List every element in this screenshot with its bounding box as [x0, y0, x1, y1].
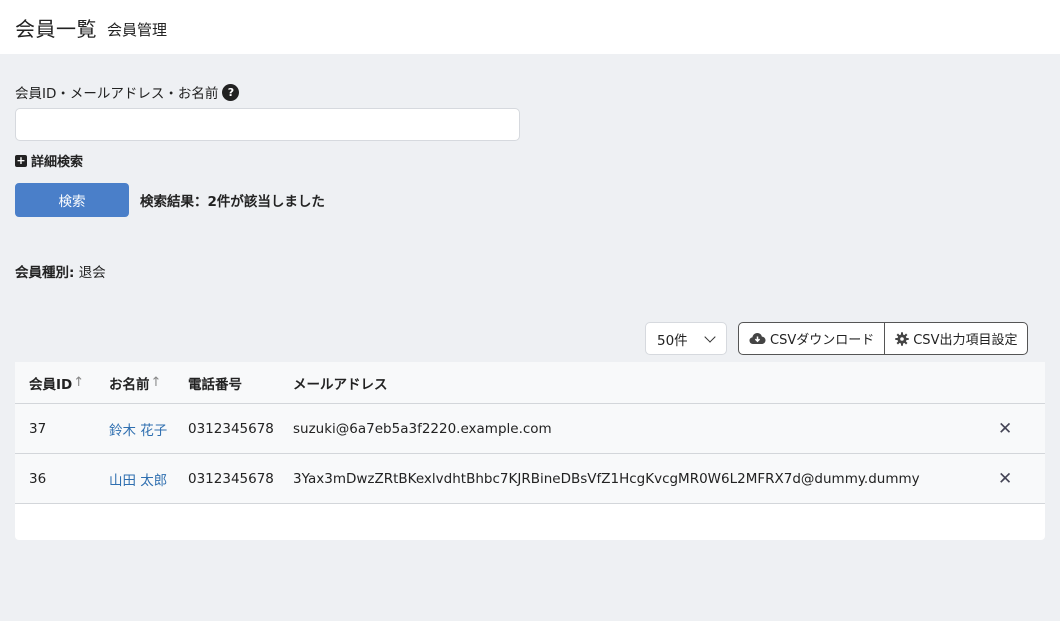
page-title: 会員一覧: [15, 16, 97, 41]
csv-download-label: CSVダウンロード: [770, 333, 875, 348]
csv-settings-label: CSV出力項目設定: [913, 333, 1018, 348]
plus-square-icon: +: [15, 153, 27, 167]
search-button[interactable]: 検索: [15, 183, 129, 217]
page-header: 会員一覧 会員管理: [0, 0, 1060, 54]
advanced-search-label: 詳細検索: [31, 155, 84, 170]
header-email: メールアドレス: [293, 376, 388, 393]
member-table: 会員ID ↑ お名前 ↑ 電話番号 メールアドレス 37 鈴木 花子 03123…: [15, 362, 1045, 540]
close-icon[interactable]: ✕: [998, 454, 1012, 503]
cell-email: 3Yax3mDwzZRtBKexlvdhtBhbc7KJRBineDBsVfZ1…: [293, 470, 920, 487]
header-id[interactable]: 会員ID ↑: [29, 362, 84, 403]
gear-icon: [895, 331, 909, 346]
member-type-label: 会員種別:: [15, 265, 75, 281]
table-row: 37 鈴木 花子 0312345678 suzuki@6a7eb5a3f2220…: [15, 404, 1045, 454]
header-tel: 電話番号: [188, 376, 242, 393]
page-subtitle: 会員管理: [107, 20, 168, 39]
cell-id: 36: [29, 470, 47, 487]
table-row: 36 山田 太郎 0312345678 3Yax3mDwzZRtBKexlvdh…: [15, 454, 1045, 504]
advanced-search-toggle[interactable]: + 詳細検索: [15, 151, 83, 170]
cell-email: suzuki@6a7eb5a3f2220.example.com: [293, 420, 552, 437]
csv-download-button[interactable]: CSVダウンロード: [739, 323, 884, 354]
member-name-link[interactable]: 鈴木 花子: [109, 404, 167, 453]
member-type-filter: 会員種別: 退会: [15, 261, 106, 281]
perpage-value: 50件: [657, 332, 688, 349]
table-header: 会員ID ↑ お名前 ↑ 電話番号 メールアドレス: [15, 362, 1045, 404]
header-name-label: お名前: [109, 376, 150, 393]
cell-tel: 0312345678: [188, 470, 274, 487]
cell-id: 37: [29, 420, 47, 437]
search-label-text: 会員ID・メールアドレス・お名前: [15, 86, 219, 102]
help-icon[interactable]: ?: [222, 83, 240, 101]
perpage-select[interactable]: 50件: [645, 322, 727, 355]
member-name-link[interactable]: 山田 太郎: [109, 454, 167, 503]
chevron-down-icon: [704, 330, 716, 343]
cell-tel: 0312345678: [188, 420, 274, 437]
member-type-value: 退会: [78, 265, 106, 281]
search-input[interactable]: [15, 108, 520, 141]
arrow-up-icon: ↑: [150, 375, 162, 390]
csv-settings-button[interactable]: CSV出力項目設定: [884, 323, 1027, 354]
close-icon[interactable]: ✕: [998, 404, 1012, 453]
header-id-label: 会員ID: [29, 376, 73, 393]
arrow-up-icon: ↑: [73, 375, 85, 390]
cloud-download-icon: [749, 332, 766, 345]
search-label: 会員ID・メールアドレス・お名前 ?: [15, 82, 240, 102]
header-name[interactable]: お名前 ↑: [109, 362, 161, 403]
csv-button-group: CSVダウンロード CSV出力項目設定: [738, 322, 1029, 355]
search-result-text: 検索結果：2件が該当しました: [140, 194, 325, 210]
